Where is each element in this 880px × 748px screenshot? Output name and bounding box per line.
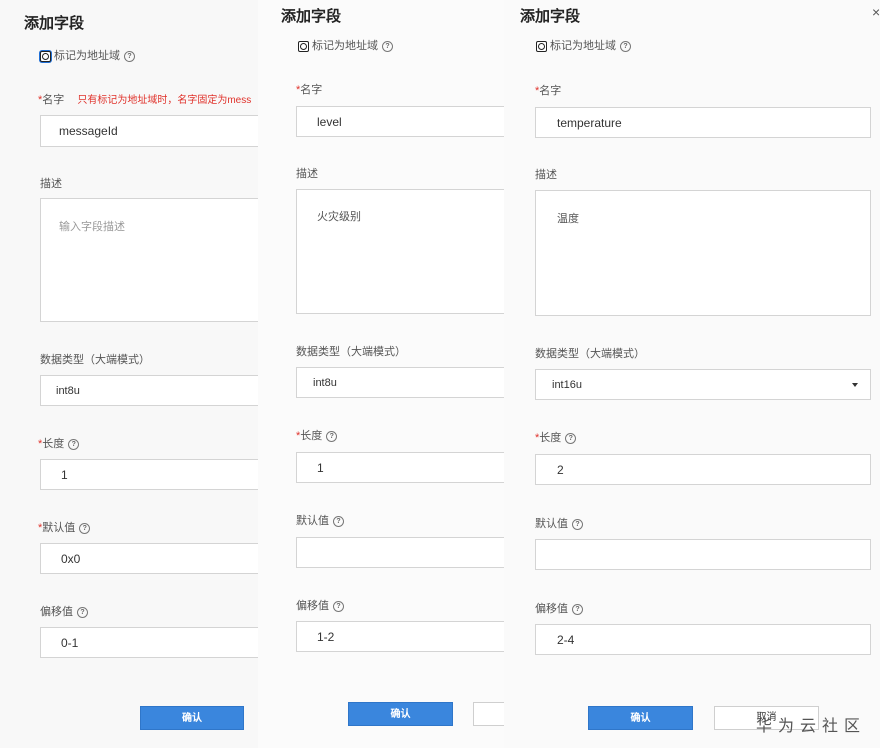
- default-input[interactable]: 0x0: [40, 543, 258, 574]
- default-label: 默认值: [296, 515, 329, 527]
- name-value: messageId: [59, 124, 118, 138]
- offset-label: 偏移值: [296, 600, 329, 612]
- dialog-title: 添加字段: [281, 8, 342, 25]
- offset-input[interactable]: 2-4: [535, 624, 871, 655]
- description-textarea[interactable]: 温度: [535, 190, 871, 316]
- address-checkbox[interactable]: [536, 40, 547, 52]
- type-value: int16u: [552, 379, 582, 391]
- name-value: level: [317, 115, 342, 129]
- address-checkbox-row[interactable]: 标记为地址域?: [536, 39, 631, 53]
- address-checkbox-row[interactable]: 标记为地址域?: [40, 49, 135, 63]
- question-circle-icon[interactable]: ?: [77, 606, 88, 618]
- add-field-dialog-1: 添加字段 标记为地址域? *名字 只有标记为地址域时，名字固定为mess mes…: [0, 0, 258, 748]
- question-circle-icon[interactable]: ?: [572, 603, 583, 615]
- length-input[interactable]: 1: [296, 452, 504, 483]
- question-circle-icon[interactable]: ?: [326, 430, 338, 442]
- default-value: 0x0: [61, 552, 81, 566]
- desc-placeholder: 输入字段描述: [59, 221, 125, 233]
- address-checkbox-label: 标记为地址域: [54, 50, 120, 62]
- watermark: 华为云社区: [756, 718, 867, 735]
- length-label: 长度: [42, 438, 65, 450]
- confirm-button[interactable]: 确认: [588, 706, 693, 730]
- question-circle-icon[interactable]: ?: [620, 40, 631, 52]
- offset-label: 偏移值: [535, 603, 568, 615]
- confirm-button[interactable]: 确认: [140, 706, 244, 730]
- length-value: 2: [557, 463, 564, 477]
- default-label-row: *默认值?: [38, 521, 91, 535]
- add-field-dialog-3: 添加字段 × 标记为地址域? *名字 temperature 描述 温度 数据类…: [504, 0, 880, 748]
- offset-label-row: 偏移值?: [296, 599, 344, 613]
- length-label-row: *长度?: [38, 437, 80, 451]
- default-label: 默认值: [535, 518, 568, 530]
- offset-value: 0-1: [61, 636, 79, 650]
- name-label-row: *名字: [535, 85, 562, 97]
- offset-label: 偏移值: [40, 606, 73, 618]
- add-field-dialog-2: 添加字段 标记为地址域? *名字 level 描述 火灾级别 数据类型（大端模式…: [258, 0, 504, 748]
- default-input[interactable]: [535, 539, 871, 570]
- data-type-select[interactable]: int16u: [535, 369, 871, 400]
- length-input[interactable]: 2: [535, 454, 871, 485]
- question-circle-icon[interactable]: ?: [68, 438, 80, 450]
- name-label-row: *名字 只有标记为地址域时，名字固定为mess: [38, 93, 251, 108]
- desc-label: 描述: [296, 168, 318, 180]
- type-label: 数据类型（大端模式）: [535, 348, 645, 360]
- name-label: 名字: [300, 84, 323, 96]
- address-checkbox-label: 标记为地址域: [312, 40, 378, 52]
- caret-down-icon: [852, 383, 858, 387]
- address-checkbox-label: 标记为地址域: [550, 40, 616, 52]
- name-label: 名字: [539, 85, 562, 97]
- desc-value: 火灾级别: [317, 211, 361, 223]
- confirm-button[interactable]: 确认: [348, 702, 453, 726]
- description-textarea[interactable]: 输入字段描述: [40, 198, 258, 322]
- type-value: int8u: [56, 385, 80, 397]
- offset-input[interactable]: 0-1: [40, 627, 258, 658]
- type-label: 数据类型（大端模式）: [296, 346, 406, 358]
- length-value: 1: [61, 468, 68, 482]
- length-label-row: *长度?: [535, 431, 577, 445]
- offset-input[interactable]: 1-2: [296, 621, 504, 652]
- default-label: 默认值: [42, 522, 76, 534]
- type-value: int8u: [313, 377, 337, 389]
- dialog-title: 添加字段: [24, 15, 85, 32]
- description-textarea[interactable]: 火灾级别: [296, 189, 504, 314]
- desc-label: 描述: [40, 178, 62, 190]
- data-type-select[interactable]: int8u: [40, 375, 258, 406]
- close-icon[interactable]: ×: [872, 4, 880, 20]
- address-checkbox-row[interactable]: 标记为地址域?: [298, 39, 393, 53]
- name-input[interactable]: level: [296, 106, 504, 137]
- default-label-row: 默认值?: [296, 514, 344, 528]
- name-input[interactable]: messageId: [40, 115, 258, 147]
- dialog-title: 添加字段: [520, 8, 581, 25]
- type-label: 数据类型（大端模式）: [40, 354, 150, 366]
- length-label: 长度: [539, 432, 562, 444]
- question-circle-icon[interactable]: ?: [124, 50, 135, 62]
- offset-value: 2-4: [557, 633, 575, 647]
- data-type-select[interactable]: int8u: [296, 367, 504, 398]
- address-checkbox[interactable]: [40, 50, 51, 62]
- length-label-row: *长度?: [296, 429, 338, 443]
- question-circle-icon[interactable]: ?: [333, 600, 344, 612]
- length-input[interactable]: 1: [40, 459, 258, 490]
- offset-label-row: 偏移值?: [40, 605, 88, 619]
- question-circle-icon[interactable]: ?: [382, 40, 393, 52]
- name-value: temperature: [557, 116, 622, 130]
- name-input[interactable]: temperature: [535, 107, 871, 138]
- question-circle-icon[interactable]: ?: [79, 522, 91, 534]
- question-circle-icon[interactable]: ?: [572, 518, 583, 530]
- desc-value: 温度: [557, 213, 579, 225]
- question-circle-icon[interactable]: ?: [333, 515, 344, 527]
- default-input[interactable]: [296, 537, 504, 568]
- cancel-button[interactable]: [473, 702, 504, 726]
- length-label: 长度: [300, 430, 323, 442]
- length-value: 1: [317, 461, 324, 475]
- offset-label-row: 偏移值?: [535, 602, 583, 616]
- offset-value: 1-2: [317, 630, 335, 644]
- name-label-row: *名字: [296, 84, 323, 96]
- desc-label: 描述: [535, 169, 557, 181]
- address-checkbox[interactable]: [298, 40, 309, 52]
- default-label-row: 默认值?: [535, 517, 583, 531]
- name-label: 名字: [42, 94, 65, 106]
- name-error-message: 只有标记为地址域时，名字固定为mess: [77, 95, 252, 106]
- question-circle-icon[interactable]: ?: [565, 432, 577, 444]
